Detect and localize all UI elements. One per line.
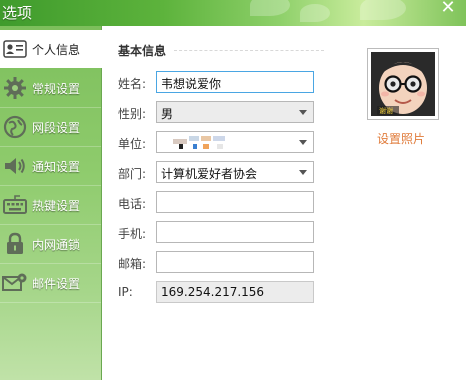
ip-value: 169.254.217.156	[161, 285, 265, 299]
sidebar-item-notification-settings[interactable]: 通知设置	[0, 147, 101, 186]
mobile-label: 手机:	[118, 227, 147, 241]
phone-label: 电话:	[118, 197, 147, 211]
name-label: 姓名:	[118, 77, 147, 91]
sidebar-item-label: 网段设置	[32, 120, 81, 135]
leaf-decoration	[360, 0, 406, 20]
unit-label: 单位:	[118, 137, 147, 151]
sidebar-item-intranet-lock[interactable]: 内网通锁	[0, 225, 101, 264]
sidebar-item-label: 内网通锁	[32, 237, 81, 252]
sidebar-item-general-settings[interactable]: 常规设置	[0, 69, 101, 108]
mail-settings-icon	[2, 270, 28, 296]
name-value: 韦想说爱你	[161, 77, 222, 91]
gear-icon	[2, 75, 28, 101]
avatar-photo: 谢谢	[371, 52, 435, 116]
sidebar-item-label: 热键设置	[32, 198, 81, 213]
department-label: 部门:	[118, 167, 147, 181]
close-button[interactable]: ✕	[438, 0, 458, 18]
section-title: 基本信息	[118, 44, 167, 58]
department-value: 计算机爱好者协会	[161, 167, 258, 181]
unit-select[interactable]	[156, 131, 314, 153]
mobile-field[interactable]	[156, 221, 314, 243]
sidebar: 个人信息 常规设置 网段设置 通知设置 热键设置 内网通锁 邮件设置	[0, 26, 102, 380]
email-label: 邮箱:	[118, 257, 147, 271]
sidebar-item-label: 个人信息	[32, 42, 81, 57]
avatar[interactable]: 谢谢	[367, 48, 439, 120]
ip-label: IP:	[118, 285, 133, 299]
gender-value: 男	[161, 107, 174, 121]
title-bar[interactable]: 选项 ✕	[0, 0, 466, 26]
department-select[interactable]: 计算机爱好者协会	[156, 161, 314, 183]
redacted-value	[173, 136, 233, 149]
window-title: 选项	[2, 4, 33, 22]
gender-label: 性别:	[118, 107, 147, 121]
leaf-decoration	[300, 4, 330, 22]
leaf-decoration	[250, 0, 290, 16]
name-field[interactable]: 韦想说爱你	[156, 71, 314, 93]
gender-select[interactable]: 男	[156, 101, 314, 123]
speaker-icon	[2, 153, 28, 179]
keyboard-icon	[2, 192, 28, 218]
close-icon: ✕	[440, 0, 456, 18]
contact-card-icon	[2, 36, 28, 62]
set-photo-link[interactable]: 设置照片	[377, 130, 425, 147]
sidebar-item-hotkey-settings[interactable]: 热键设置	[0, 186, 101, 225]
sidebar-item-network-segment[interactable]: 网段设置	[0, 108, 101, 147]
sidebar-item-label: 邮件设置	[32, 276, 81, 291]
email-field[interactable]	[156, 251, 314, 273]
section-divider	[174, 50, 324, 51]
avatar-badge-text: 谢谢	[379, 106, 393, 115]
ip-field: 169.254.217.156	[156, 281, 314, 303]
sidebar-item-mail-settings[interactable]: 邮件设置	[0, 264, 101, 303]
phone-field[interactable]	[156, 191, 314, 213]
main-panel: 基本信息 姓名: 韦想说爱你 性别: 男 单位: 部门: 计算机爱好者协会 电话…	[102, 26, 466, 380]
globe-icon	[2, 114, 28, 140]
sidebar-item-label: 常规设置	[32, 81, 81, 96]
sidebar-item-label: 通知设置	[32, 159, 81, 174]
sidebar-item-personal-info[interactable]: 个人信息	[0, 30, 102, 68]
lock-icon	[2, 231, 28, 257]
